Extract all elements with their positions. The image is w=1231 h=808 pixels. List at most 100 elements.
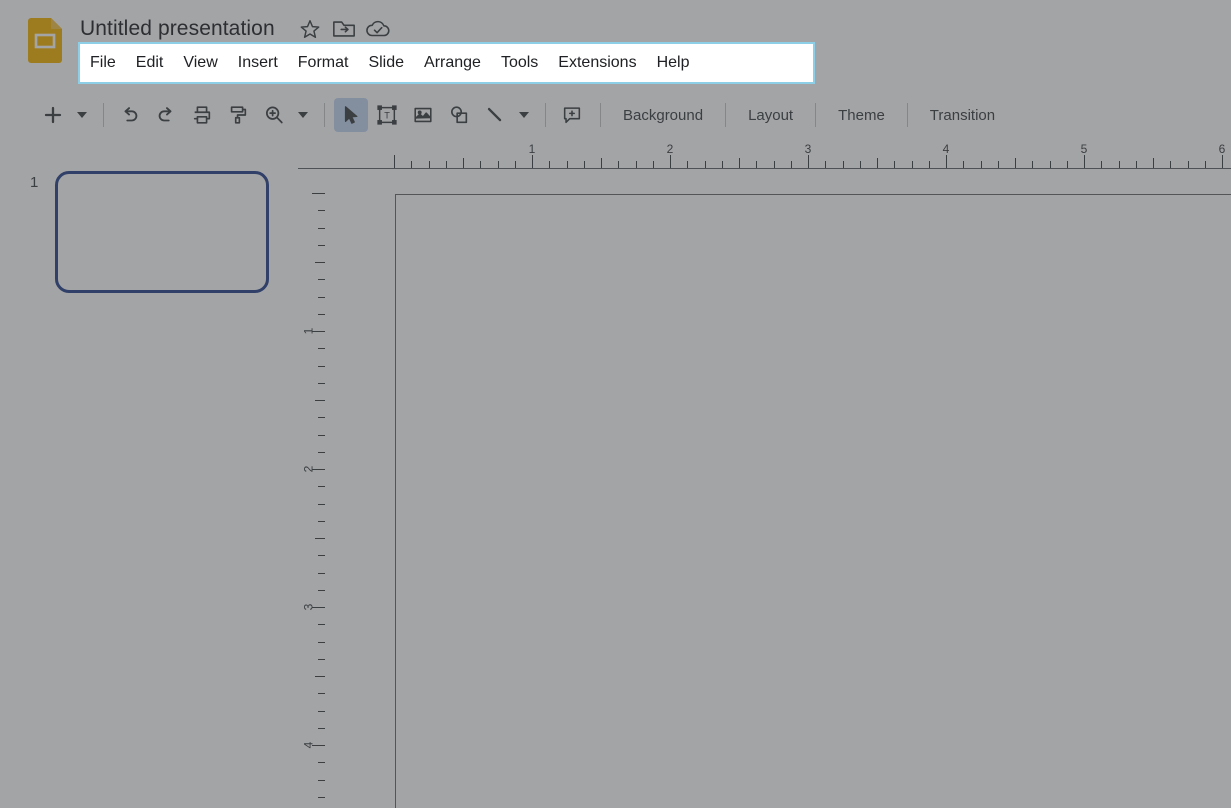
ruler-tick xyxy=(318,796,325,798)
toolbar-divider xyxy=(725,103,727,127)
ruler-tick xyxy=(318,434,325,436)
toolbar-divider xyxy=(906,103,908,127)
ruler-label: 4 xyxy=(942,142,950,156)
ruler-baseline xyxy=(298,168,1231,169)
toolbar-divider xyxy=(815,103,817,127)
ruler-label: 4 xyxy=(301,741,316,749)
ruler-tick xyxy=(394,155,395,168)
ruler-tick xyxy=(1187,161,1189,168)
ruler-tick xyxy=(721,161,723,168)
ruler-tick xyxy=(318,210,325,212)
ruler-tick xyxy=(318,486,325,488)
document-title[interactable]: Untitled presentation xyxy=(80,17,293,41)
image-icon[interactable] xyxy=(406,98,440,132)
cloud-saved-icon[interactable] xyxy=(361,14,395,44)
zoom-dropdown-chevron-down-icon[interactable] xyxy=(293,98,313,132)
background-button[interactable]: Background xyxy=(610,101,716,130)
ruler-tick xyxy=(583,161,585,168)
ruler-tick xyxy=(1204,161,1206,168)
ruler-tick xyxy=(1101,161,1103,168)
slides-logo-icon[interactable] xyxy=(28,18,62,63)
paint-format-button[interactable] xyxy=(221,98,255,132)
redo-button[interactable] xyxy=(149,98,183,132)
menu-item-slide-hl[interactable]: Slide xyxy=(358,50,414,76)
ruler-tick xyxy=(1066,161,1068,168)
move-to-folder-icon[interactable] xyxy=(327,14,361,44)
ruler-tick xyxy=(315,538,325,539)
ruler-tick xyxy=(318,417,325,419)
ruler-tick xyxy=(670,155,671,168)
ruler-tick xyxy=(480,161,482,168)
new-slide-dropdown-chevron-down-icon[interactable] xyxy=(72,98,92,132)
svg-text:T: T xyxy=(384,111,390,121)
ruler-tick xyxy=(549,161,551,168)
ruler-tick xyxy=(825,161,827,168)
ruler-tick xyxy=(318,641,325,643)
ruler-tick xyxy=(532,155,533,168)
ruler-tick xyxy=(911,161,913,168)
ruler-tick xyxy=(980,161,982,168)
ruler-label: 2 xyxy=(666,142,674,156)
ruler-tick xyxy=(566,161,568,168)
ruler-tick xyxy=(315,400,325,401)
slide-editing-canvas[interactable] xyxy=(395,194,1231,808)
ruler-tick xyxy=(1222,155,1223,168)
add-comment-icon[interactable] xyxy=(555,98,589,132)
ruler-tick xyxy=(1015,158,1016,168)
menu-item-file-hl[interactable]: File xyxy=(80,50,126,76)
ruler-tick xyxy=(318,503,325,505)
menu-bar-highlighted: File Edit View Insert Format Slide Arran… xyxy=(80,44,699,82)
horizontal-ruler[interactable]: 1 2 3 4 5 6 xyxy=(298,142,1231,176)
theme-button[interactable]: Theme xyxy=(825,101,898,130)
ruler-tick xyxy=(445,161,447,168)
ruler-tick xyxy=(318,589,325,591)
ruler-tick xyxy=(318,572,325,574)
ruler-tick xyxy=(315,676,325,677)
menu-item-arrange-hl[interactable]: Arrange xyxy=(414,50,491,76)
ruler-tick xyxy=(318,279,325,281)
ruler-tick xyxy=(318,348,325,350)
ruler-tick xyxy=(318,624,325,626)
ruler-tick xyxy=(318,727,325,729)
menu-item-view-hl[interactable]: View xyxy=(173,50,227,76)
menu-item-extensions-hl[interactable]: Extensions xyxy=(548,50,646,76)
menu-item-tools-hl[interactable]: Tools xyxy=(491,50,548,76)
ruler-tick xyxy=(808,155,809,168)
slide-thumbnail-1[interactable] xyxy=(55,171,269,293)
ruler-tick xyxy=(842,161,844,168)
ruler-tick xyxy=(1049,161,1051,168)
transition-button[interactable]: Transition xyxy=(917,101,1008,130)
ruler-tick xyxy=(463,158,464,168)
star-icon[interactable] xyxy=(293,14,327,44)
line-dropdown-chevron-down-icon[interactable] xyxy=(514,98,534,132)
vertical-ruler[interactable]: 1 2 3 4 xyxy=(298,176,332,808)
print-button[interactable] xyxy=(185,98,219,132)
slide-number-label: 1 xyxy=(30,174,39,191)
ruler-tick xyxy=(318,555,325,557)
menu-item-help-hl[interactable]: Help xyxy=(647,50,700,76)
menu-item-insert-hl[interactable]: Insert xyxy=(228,50,288,76)
ruler-tick xyxy=(790,161,792,168)
ruler-tick xyxy=(963,161,965,168)
ruler-label: 1 xyxy=(528,142,536,156)
zoom-button[interactable] xyxy=(257,98,291,132)
title-row: Untitled presentation xyxy=(80,14,395,44)
layout-button[interactable]: Layout xyxy=(735,101,806,130)
shapes-icon[interactable] xyxy=(442,98,476,132)
undo-button[interactable] xyxy=(113,98,147,132)
toolbar-divider xyxy=(324,103,325,127)
text-box-icon[interactable]: T xyxy=(370,98,404,132)
ruler-tick xyxy=(514,161,516,168)
ruler-tick xyxy=(318,244,325,246)
ruler-tick xyxy=(318,658,325,660)
menu-item-edit-hl[interactable]: Edit xyxy=(126,50,174,76)
menu-item-format-hl[interactable]: Format xyxy=(288,50,359,76)
new-slide-button[interactable] xyxy=(36,98,70,132)
ruler-tick xyxy=(859,161,861,168)
cursor-select-icon[interactable] xyxy=(334,98,368,132)
ruler-tick xyxy=(318,365,325,367)
ruler-tick xyxy=(318,451,325,453)
ruler-label: 5 xyxy=(1080,142,1088,156)
ruler-tick xyxy=(1153,158,1154,168)
line-icon[interactable] xyxy=(478,98,512,132)
